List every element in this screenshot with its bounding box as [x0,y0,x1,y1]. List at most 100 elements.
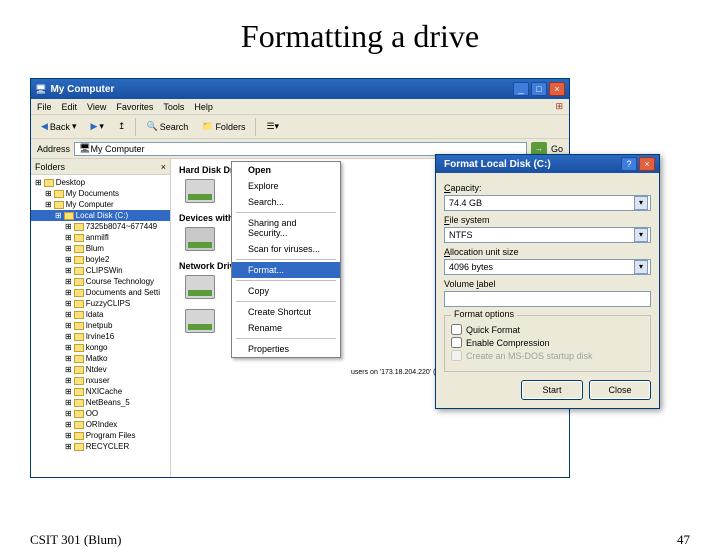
tree-item[interactable]: ⊞anmilfl [31,232,170,243]
context-menu[interactable]: OpenExploreSearch... Sharing and Security… [231,161,341,358]
network-drive-label: users on '173.18.204.220' (H:) [351,369,445,376]
context-menu-item[interactable]: Properties [232,341,340,357]
floppy-icon [185,227,215,251]
menu-file[interactable]: File [37,102,52,112]
context-menu-item[interactable]: Format... [232,262,340,278]
menu-view[interactable]: View [87,102,106,112]
tree-item[interactable]: ⊞ORIndex [31,419,170,430]
capacity-label: Capacity: [444,183,651,193]
tree-item[interactable]: ⊞kongo [31,342,170,353]
start-button[interactable]: Start [521,380,583,400]
address-label: Address [37,144,70,154]
capacity-combo[interactable]: 74.4 GB ▾ [444,195,651,211]
drive-floppy[interactable] [179,227,221,253]
context-menu-item[interactable]: Copy [232,283,340,299]
tree-item[interactable]: ⊞Blum [31,243,170,254]
allocation-combo[interactable]: 4096 bytes ▾ [444,259,651,275]
network-drive-icon [185,309,215,333]
context-menu-item[interactable]: Rename [232,320,340,336]
folders-pane: Folders × ⊞Desktop⊞My Documents⊞My Compu… [31,159,171,477]
quick-format-checkbox[interactable]: Quick Format [451,324,644,335]
format-options-legend: Format options [451,309,517,319]
msdos-startup-checkbox: Create an MS-DOS startup disk [451,350,644,361]
tree-item[interactable]: ⊞Inetpub [31,320,170,331]
filesystem-label: File system [444,215,651,225]
folder-tree[interactable]: ⊞Desktop⊞My Documents⊞My Computer⊞Local … [31,175,170,477]
tree-item[interactable]: ⊞FuzzyCLIPS [31,298,170,309]
context-menu-item[interactable]: Search... [232,194,340,210]
drive-net-h[interactable] [179,275,221,301]
tree-item[interactable]: ⊞Documents and Setti [31,287,170,298]
menu-edit[interactable]: Edit [62,102,78,112]
back-button[interactable]: ◀Back▾ [37,119,80,134]
enable-compression-checkbox[interactable]: Enable Compression [451,337,644,348]
tree-item[interactable]: ⊞OO [31,408,170,419]
filesystem-value: NTFS [449,230,473,240]
toolbar: ◀Back▾ ▶▾ ↥ 🔍Search 📁Folders ☰▾ [31,115,569,139]
tree-item[interactable]: ⊞Ntdev [31,364,170,375]
menu-help[interactable]: Help [194,102,213,112]
tree-item[interactable]: ⊞Local Disk (C:) [31,210,170,221]
minimize-button[interactable]: _ [513,82,529,96]
explorer-titlebar[interactable]: 🖥 My Computer _ □ × [31,79,569,99]
capacity-value: 74.4 GB [449,198,482,208]
folders-pane-close-icon[interactable]: × [161,162,166,172]
slide-footer-left: CSIT 301 (Blum) [30,532,122,548]
tree-item[interactable]: ⊞NetBeans_5 [31,397,170,408]
up-button[interactable]: ↥ [114,119,130,134]
close-button[interactable]: × [549,82,565,96]
hard-disk-icon [185,179,215,203]
allocation-label: Allocation unit size [444,247,651,257]
tree-item[interactable]: ⊞Program Files [31,430,170,441]
explorer-title: My Computer [46,84,513,95]
network-drive-icon [185,275,215,299]
tree-item[interactable]: ⊞My Documents [31,188,170,199]
tree-item[interactable]: ⊞Matko [31,353,170,364]
tree-item[interactable]: ⊞NXICache [31,386,170,397]
slide-footer-right: 47 [677,532,690,548]
search-button[interactable]: 🔍Search [142,119,192,134]
tree-item[interactable]: ⊞RECYCLER [31,441,170,452]
close-button[interactable]: Close [589,380,651,400]
menu-tools[interactable]: Tools [163,102,184,112]
filesystem-combo[interactable]: NTFS ▾ [444,227,651,243]
format-dialog: Format Local Disk (C:) ? × Capacity: 74.… [435,154,660,409]
menubar: File Edit View Favorites Tools Help ⊞ [31,99,569,115]
context-menu-item[interactable]: Sharing and Security... [232,215,340,241]
search-icon: 🔍 [146,121,157,132]
tree-item[interactable]: ⊞nxuser [31,375,170,386]
menu-favorites[interactable]: Favorites [116,102,153,112]
chevron-down-icon: ▾ [634,260,648,274]
dialog-title: Format Local Disk (C:) [440,159,621,170]
folders-button[interactable]: 📁Folders [198,119,249,134]
forward-button[interactable]: ▶▾ [86,119,107,134]
volume-label-label: Volume label [444,279,651,289]
context-menu-item[interactable]: Explore [232,178,340,194]
tree-item[interactable]: ⊞Idata [31,309,170,320]
dialog-close-button[interactable]: × [639,157,655,171]
views-button[interactable]: ☰▾ [262,119,283,134]
context-menu-item[interactable]: Open [232,162,340,178]
context-menu-item[interactable]: Create Shortcut [232,304,340,320]
chevron-down-icon: ▾ [634,228,648,242]
my-computer-icon: 🖥 [35,84,46,95]
folders-icon: 📁 [202,121,213,132]
format-options-group: Format options Quick Format Enable Compr… [444,315,651,372]
tree-item[interactable]: ⊞Course Technology [31,276,170,287]
tree-item[interactable]: ⊞Desktop [31,177,170,188]
help-button[interactable]: ? [621,157,637,171]
windows-flag-icon: ⊞ [555,101,563,112]
context-menu-item[interactable]: Scan for viruses... [232,241,340,257]
tree-item[interactable]: ⊞CLIPSWin [31,265,170,276]
tree-item[interactable]: ⊞Irvine16 [31,331,170,342]
tree-item[interactable]: ⊞My Computer [31,199,170,210]
go-label: Go [551,144,563,154]
drive-c[interactable] [179,179,221,205]
dialog-titlebar[interactable]: Format Local Disk (C:) ? × [436,155,659,173]
slide-title: Formatting a drive [0,18,720,55]
maximize-button[interactable]: □ [531,82,547,96]
drive-net-2[interactable] [179,309,221,335]
volume-label-input[interactable] [444,291,651,307]
tree-item[interactable]: ⊞boyle2 [31,254,170,265]
tree-item[interactable]: ⊞7325b8074~677449 [31,221,170,232]
